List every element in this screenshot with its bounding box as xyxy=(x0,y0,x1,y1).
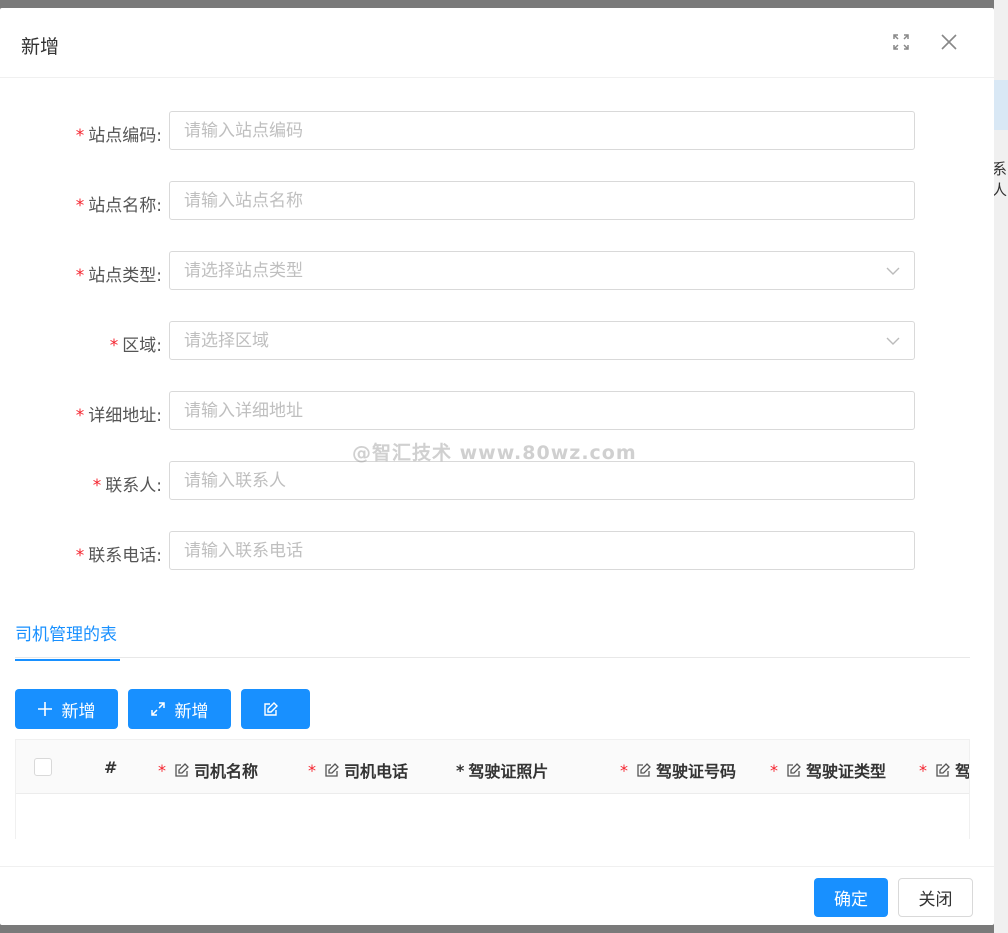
fullscreen-icon[interactable] xyxy=(891,32,911,52)
form-row-site-name: * 站点名称: xyxy=(0,181,994,221)
plus-icon xyxy=(37,702,52,716)
column-header-truncated[interactable]: * 驾 xyxy=(919,758,969,782)
form-row-phone: * 联系电话: xyxy=(0,531,994,571)
address-input[interactable] xyxy=(169,391,915,430)
contact-label: * 联系人: xyxy=(92,476,162,496)
driver-table: # * 司机名称 * 司机电话 * 驾驶证照片 * 驾驶证号码 * 驾驶证类型 … xyxy=(15,739,970,839)
edit-icon xyxy=(936,763,950,777)
site-name-label: * 站点名称: xyxy=(75,196,162,216)
form-row-site-type: * 站点类型: xyxy=(0,251,994,291)
form-row-site-code: * 站点编码: xyxy=(0,111,994,151)
edit-icon xyxy=(175,763,189,777)
edit-icon xyxy=(787,763,801,777)
close-icon[interactable] xyxy=(939,32,959,52)
expand-icon xyxy=(150,702,165,716)
expand-add-button[interactable]: 新增 xyxy=(128,689,231,729)
background-page xyxy=(994,0,1008,933)
column-header-license-number[interactable]: * 驾驶证号码 xyxy=(620,758,736,782)
chevron-down-icon xyxy=(886,337,900,345)
site-code-label: * 站点编码: xyxy=(75,126,162,146)
address-label: * 详细地址: xyxy=(75,406,162,426)
background-partial-text: 系人 xyxy=(992,160,1008,199)
add-button[interactable]: 新增 xyxy=(15,689,118,729)
select-all-checkbox[interactable] xyxy=(34,758,52,776)
table-header: # * 司机名称 * 司机电话 * 驾驶证照片 * 驾驶证号码 * 驾驶证类型 … xyxy=(16,740,969,794)
tab-bar: 司机管理的表 xyxy=(15,608,970,661)
close-button[interactable]: 关闭 xyxy=(898,878,973,917)
dialog-footer: 确定 关闭 xyxy=(0,866,994,925)
form-row-region: * 区域: xyxy=(0,321,994,361)
column-header-driver-name[interactable]: * 司机名称 xyxy=(158,758,258,782)
watermark: @智汇技术 www.80wz.com xyxy=(352,442,637,464)
edit-button[interactable] xyxy=(241,689,310,729)
site-code-input[interactable] xyxy=(169,111,915,150)
edit-icon xyxy=(637,763,651,777)
phone-input[interactable] xyxy=(169,531,915,570)
confirm-button[interactable]: 确定 xyxy=(814,878,888,917)
site-type-label: * 站点类型: xyxy=(75,266,162,286)
column-header-license-photo[interactable]: * 驾驶证照片 xyxy=(456,758,548,782)
region-select[interactable] xyxy=(169,321,915,360)
edit-icon xyxy=(263,702,278,716)
add-dialog: 新增 *站点编码: *站点名称: *站点类型: *区域: *详细地址: xyxy=(0,8,994,925)
site-name-input[interactable] xyxy=(169,181,915,220)
edit-icon xyxy=(325,763,339,777)
column-header-driver-phone[interactable]: * 司机电话 xyxy=(308,758,408,782)
region-label: * 区域: xyxy=(109,336,162,356)
chevron-down-icon xyxy=(886,267,900,275)
phone-label: * 联系电话: xyxy=(75,546,162,566)
form-row-contact: * 联系人: xyxy=(0,461,994,501)
contact-input[interactable] xyxy=(169,461,915,500)
tab-driver-table[interactable]: 司机管理的表 xyxy=(15,620,120,661)
background-strip xyxy=(994,80,1008,130)
column-header-index: # xyxy=(104,758,118,777)
dialog-title: 新增 xyxy=(21,36,60,58)
site-type-select[interactable] xyxy=(169,251,915,290)
dialog-header: 新增 xyxy=(0,8,994,78)
column-header-license-type[interactable]: * 驾驶证类型 xyxy=(770,758,886,782)
form-row-address: * 详细地址: xyxy=(0,391,994,431)
